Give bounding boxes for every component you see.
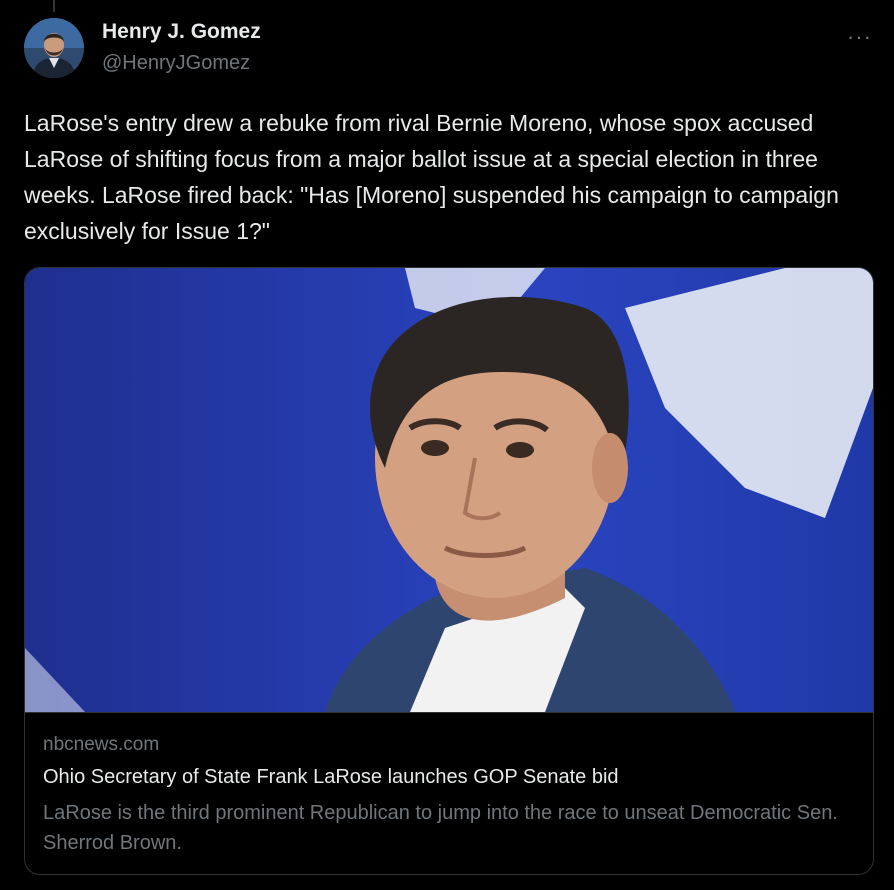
more-dots-icon[interactable]: ··· [847, 24, 872, 50]
card-description: LaRose is the third prominent Republican… [43, 802, 838, 854]
article-photo [25, 268, 873, 712]
author-handle[interactable]: @HenryJGomez [102, 52, 250, 75]
link-preview-card[interactable]: nbcnews.com Ohio Secretary of State Fran… [24, 267, 874, 875]
thread-connector-line [53, 0, 55, 12]
author-avatar[interactable] [24, 18, 84, 78]
card-title[interactable]: Ohio Secretary of State Frank LaRose lau… [43, 766, 619, 789]
avatar-photo [24, 18, 84, 78]
card-divider [25, 712, 873, 713]
card-domain: nbcnews.com [43, 734, 160, 755]
author-name[interactable]: Henry J. Gomez [102, 20, 261, 44]
tweet-text: LaRose's entry drew a rebuke from rival … [24, 110, 839, 244]
